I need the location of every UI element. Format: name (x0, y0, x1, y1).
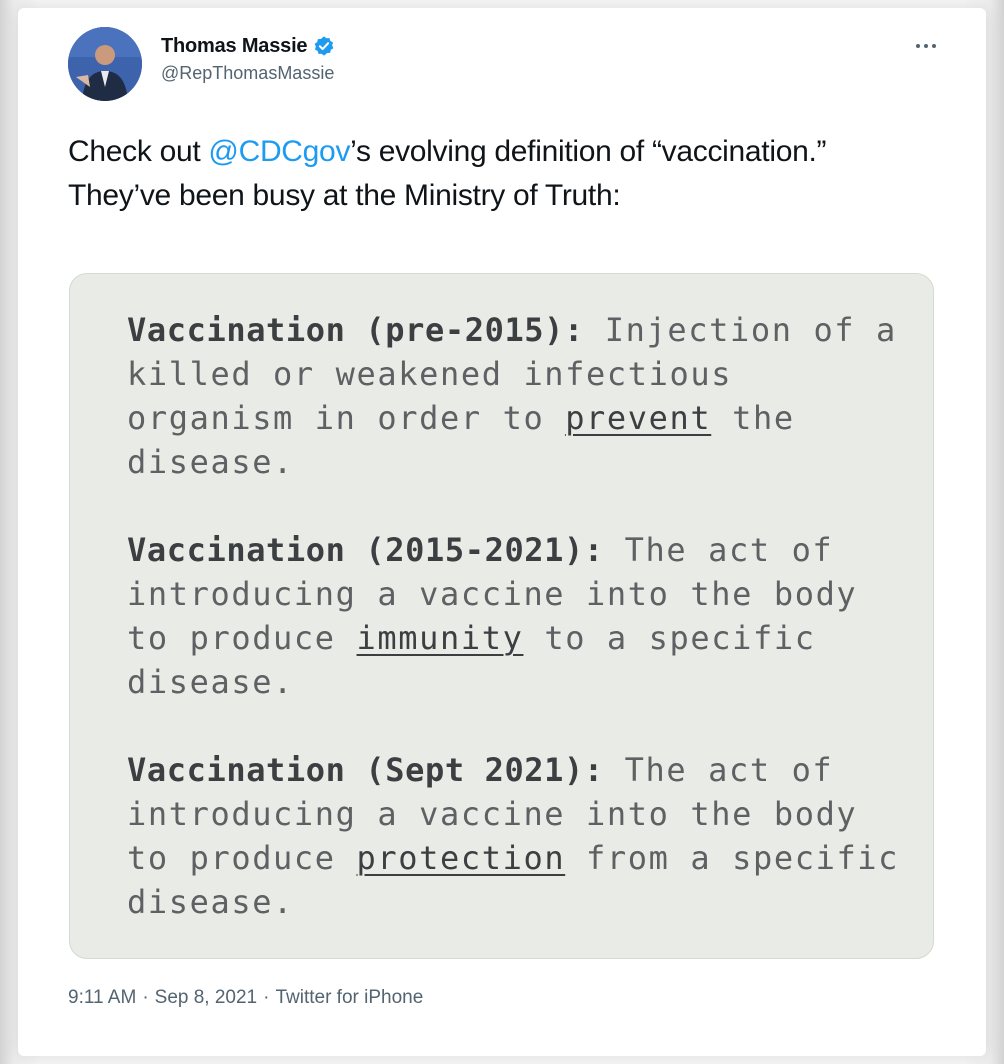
more-options-button[interactable] (906, 34, 946, 58)
definition-term: Vaccination (2015-2021): (127, 531, 604, 569)
author-info: Thomas Massie @RepThomasMassie (161, 34, 335, 84)
tweet-text-start: Check out (68, 135, 209, 168)
definition-key-word: immunity (356, 619, 524, 657)
tweet-text: Check out @CDCgov’s evolving definition … (68, 130, 918, 218)
definition-term: Vaccination (pre-2015): (127, 311, 584, 349)
more-icon (924, 44, 928, 48)
definitions-text: Vaccination (pre-2015): Injection of a k… (127, 308, 917, 968)
definition-key-word: prevent (565, 399, 712, 437)
verified-badge-icon (313, 35, 335, 57)
avatar[interactable] (68, 27, 142, 101)
avatar-image (68, 27, 142, 101)
tweet-date[interactable]: Sep 8, 2021 (155, 987, 257, 1009)
tweet-source[interactable]: Twitter for iPhone (275, 987, 423, 1009)
definition-item: Vaccination (2015-2021): The act of intr… (127, 528, 917, 704)
definition-key-word: protection (356, 839, 566, 877)
tweet-card: Thomas Massie @RepThomasMassie Check out… (18, 8, 986, 1056)
screenshot-frame: Thomas Massie @RepThomasMassie Check out… (0, 0, 1004, 1064)
tweet-metadata: 9:11 AM · Sep 8, 2021 · Twitter for iPho… (68, 987, 423, 1009)
mention-link[interactable]: @CDCgov (208, 135, 350, 168)
user-handle[interactable]: @RepThomasMassie (161, 63, 335, 84)
definition-item: Vaccination (Sept 2021): The act of intr… (127, 748, 917, 924)
display-name[interactable]: Thomas Massie (161, 35, 308, 58)
definition-term: Vaccination (Sept 2021): (127, 751, 604, 789)
more-icon (932, 44, 936, 48)
tweet-time[interactable]: 9:11 AM (68, 987, 136, 1009)
name-row: Thomas Massie (161, 34, 335, 58)
separator: · (142, 987, 149, 1008)
definition-item: Vaccination (pre-2015): Injection of a k… (127, 308, 917, 484)
tweet-media-image[interactable]: Vaccination (pre-2015): Injection of a k… (69, 273, 934, 959)
separator: · (263, 987, 270, 1008)
more-icon (916, 44, 920, 48)
